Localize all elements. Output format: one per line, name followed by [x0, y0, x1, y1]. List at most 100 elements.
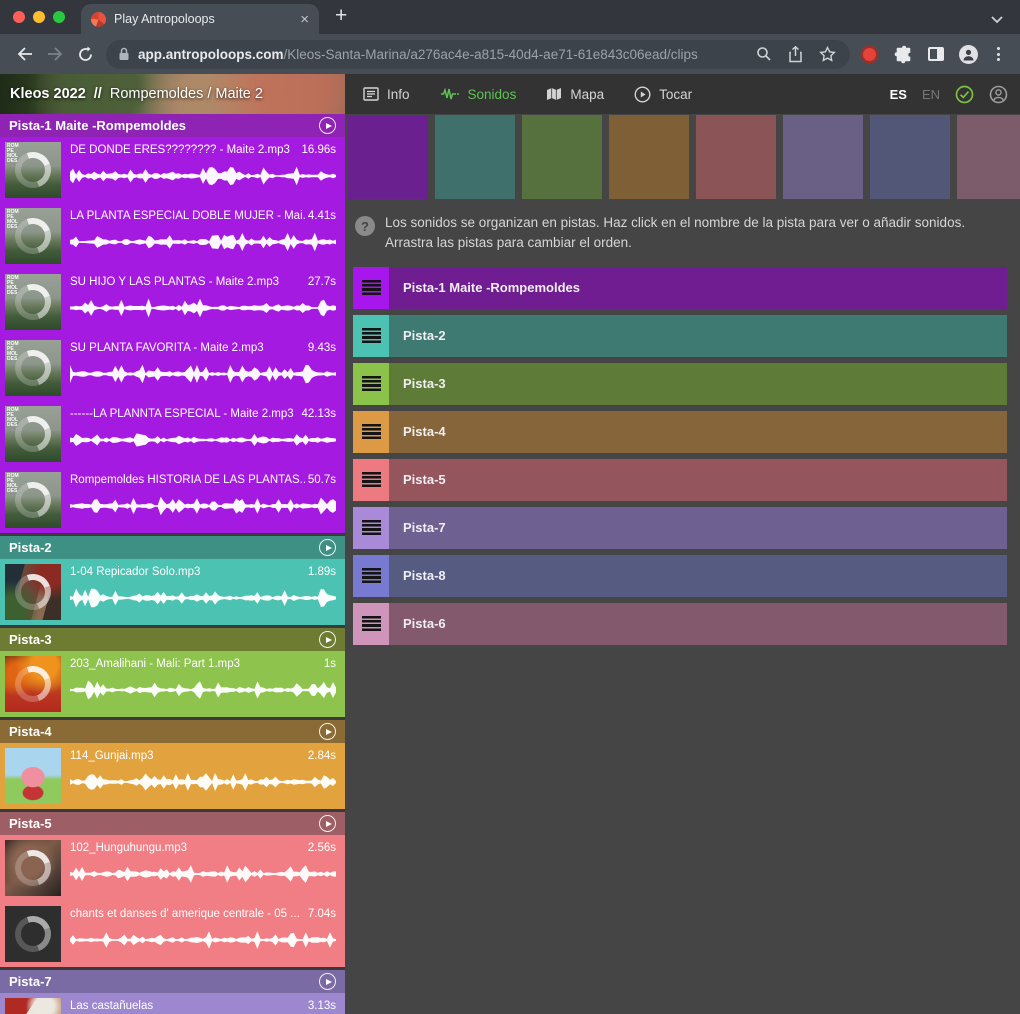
breadcrumb-separator: //: [94, 86, 102, 102]
clip-item[interactable]: 1-04 Repicador Solo.mp31.89s: [0, 559, 345, 625]
clip-item[interactable]: ROM PE MOL DES------LA PLANNTA ESPECIAL …: [0, 401, 345, 467]
track-header[interactable]: Pista-5: [0, 812, 345, 835]
play-track-button[interactable]: [319, 117, 336, 134]
tab-search-chevron-icon[interactable]: [990, 15, 1004, 34]
breadcrumb-path: Rompemoldes / Maite 2: [110, 86, 263, 102]
clip-item[interactable]: 114_Gunjai.mp32.84s: [0, 743, 345, 809]
tab-tocar[interactable]: Tocar: [634, 86, 692, 103]
tab-sonidos[interactable]: Sonidos: [440, 87, 517, 102]
help-text: Los sonidos se organizan en pistas. Haz …: [385, 213, 1006, 254]
track-row[interactable]: Pista-8: [353, 555, 1007, 597]
clip-body: LA PLANTA ESPECIAL DOBLE MUJER - Mai...4…: [70, 208, 336, 264]
drag-handle-icon[interactable]: [353, 363, 389, 405]
fullscreen-window-button[interactable]: [53, 11, 65, 23]
clip-title: 114_Gunjai.mp3: [70, 750, 306, 762]
play-track-button[interactable]: [319, 723, 336, 740]
bookmark-star-icon[interactable]: [819, 46, 836, 62]
clip-item[interactable]: Las castañuelas3.13s: [0, 993, 345, 1014]
play-track-button[interactable]: [319, 973, 336, 990]
drag-handle-icon[interactable]: [353, 411, 389, 453]
breadcrumb[interactable]: Kleos 2022 // Rompemoldes / Maite 2: [0, 74, 345, 114]
browser-menu-icon[interactable]: [993, 47, 1004, 61]
lang-en-button[interactable]: EN: [922, 87, 940, 102]
hamburger-bars-icon: [362, 280, 381, 295]
antropoloops-favicon-icon: [91, 12, 106, 27]
close-tab-icon[interactable]: ×: [300, 12, 309, 27]
zoom-icon[interactable]: [756, 46, 772, 62]
track-row-body[interactable]: Pista-5: [389, 459, 1007, 501]
track-row-body[interactable]: Pista-7: [389, 507, 1007, 549]
waveform: [70, 929, 336, 951]
track-row[interactable]: Pista-1 Maite -Rompemoldes: [353, 267, 1007, 309]
drag-handle-icon[interactable]: [353, 267, 389, 309]
fire-video-thumbnail: [5, 656, 61, 712]
browser-tab[interactable]: Play Antropoloops ×: [81, 4, 319, 34]
drag-handle-icon[interactable]: [353, 315, 389, 357]
track-row-body[interactable]: Pista-3: [389, 363, 1007, 405]
clip-item[interactable]: ROM PE MOL DESLA PLANTA ESPECIAL DOBLE M…: [0, 203, 345, 269]
clip-item[interactable]: ROM PE MOL DESSU PLANTA FAVORITA - Maite…: [0, 335, 345, 401]
track-row-body[interactable]: Pista-4: [389, 411, 1007, 453]
plants-video-thumbnail: ROM PE MOL DES: [5, 406, 61, 462]
man-video-thumbnail: [5, 564, 61, 620]
lang-es-button[interactable]: ES: [890, 87, 907, 102]
drag-handle-icon[interactable]: [353, 603, 389, 645]
new-tab-button[interactable]: +: [319, 4, 347, 34]
track-rows: Pista-1 Maite -Rompemoldes Pista-2 Pista-3…: [345, 260, 1020, 645]
track-header[interactable]: Pista-1 Maite -Rompemoldes: [0, 114, 345, 137]
track-row[interactable]: Pista-2: [353, 315, 1007, 357]
toolbar-extensions: [858, 45, 1010, 64]
clip-item[interactable]: ROM PE MOL DES DE DONDE ERES???????? - Ma…: [0, 137, 345, 203]
clip-body: chants et danses d' amerique centrale - …: [70, 906, 336, 962]
waveform: [70, 679, 336, 701]
track-row[interactable]: Pista-6: [353, 603, 1007, 645]
drag-handle-icon[interactable]: [353, 507, 389, 549]
track-header[interactable]: Pista-3: [0, 628, 345, 651]
minimize-window-button[interactable]: [33, 11, 45, 23]
track-header[interactable]: Pista-7: [0, 970, 345, 993]
share-icon[interactable]: [788, 46, 803, 63]
thumbnail-watermark: ROM PE MOL DES: [7, 144, 19, 164]
track-row-body[interactable]: Pista-2: [389, 315, 1007, 357]
track-header[interactable]: Pista-4: [0, 720, 345, 743]
clip-item[interactable]: 203_Amalihani - Mali: Part 1.mp31s: [0, 651, 345, 717]
close-window-button[interactable]: [13, 11, 25, 23]
track-header[interactable]: Pista-2: [0, 536, 345, 559]
play-track-button[interactable]: [319, 815, 336, 832]
clip-item[interactable]: ROM PE MOL DESRompemoldes HISTORIA DE LA…: [0, 467, 345, 533]
clip-item[interactable]: 102_Hunguhungu.mp32.56s: [0, 835, 345, 901]
play-track-button[interactable]: [319, 631, 336, 648]
side-panel-icon[interactable]: [928, 47, 944, 61]
tab-info[interactable]: Info: [363, 87, 410, 102]
reload-button[interactable]: [70, 39, 100, 69]
clip-item[interactable]: ROM PE MOL DESSU HIJO Y LAS PLANTAS - Ma…: [0, 269, 345, 335]
track-row[interactable]: Pista-4: [353, 411, 1007, 453]
track-row[interactable]: Pista-5: [353, 459, 1007, 501]
profile-avatar[interactable]: [959, 45, 978, 64]
track-row-body[interactable]: Pista-1 Maite -Rompemoldes: [389, 267, 1007, 309]
clip-body: 102_Hunguhungu.mp32.56s: [70, 840, 336, 896]
clip-item[interactable]: chants et danses d' amerique centrale - …: [0, 901, 345, 967]
tab-mapa[interactable]: Mapa: [546, 87, 604, 102]
drag-handle-icon[interactable]: [353, 459, 389, 501]
track-row[interactable]: Pista-3: [353, 363, 1007, 405]
tab-strip: Play Antropoloops × +: [0, 0, 1020, 34]
play-track-button[interactable]: [319, 539, 336, 556]
recording-indicator-icon[interactable]: [863, 48, 876, 61]
color-swatch-4: [609, 115, 689, 199]
track-row-body[interactable]: Pista-6: [389, 603, 1007, 645]
back-button[interactable]: [10, 39, 40, 69]
account-icon[interactable]: [989, 85, 1008, 104]
extensions-puzzle-icon[interactable]: [894, 45, 913, 64]
saved-check-icon[interactable]: [955, 85, 974, 104]
address-bar[interactable]: app.antropoloops.com/Kleos-Santa-Marina/…: [106, 40, 850, 69]
clip-line: chants et danses d' amerique centrale - …: [70, 908, 336, 920]
track-row[interactable]: Pista-7: [353, 507, 1007, 549]
plants-video-thumbnail: ROM PE MOL DES: [5, 208, 61, 264]
drag-handle-icon[interactable]: [353, 555, 389, 597]
peppa-video-thumbnail: [5, 748, 61, 804]
color-swatch-1: [348, 115, 428, 199]
track-row-body[interactable]: Pista-8: [389, 555, 1007, 597]
forward-button[interactable]: [40, 39, 70, 69]
clip-title: DE DONDE ERES???????? - Maite 2.mp3: [70, 144, 299, 156]
